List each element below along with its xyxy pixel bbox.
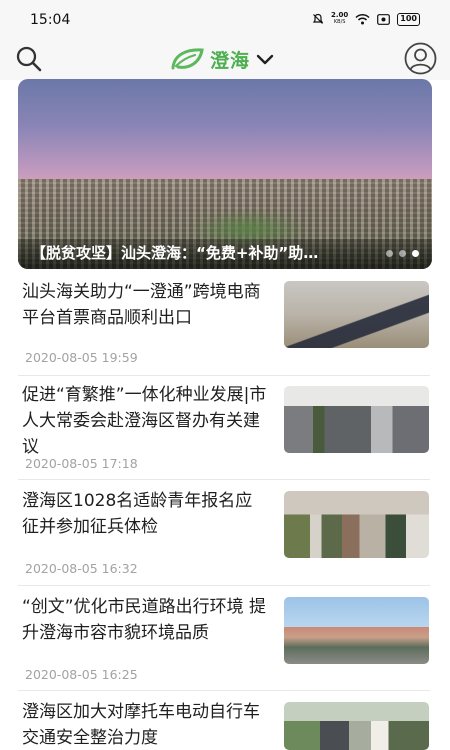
record-icon: [377, 13, 391, 25]
news-thumbnail: [284, 281, 429, 348]
divider: [18, 690, 430, 691]
city-name: 澄海: [210, 49, 251, 72]
banner-title: 【脱贫攻坚】汕头澄海：“免费+补助”助…: [31, 244, 319, 262]
news-title: 促进“育繁推”一体化种业发展|市人大常委会赴澄海区督办有关建议: [22, 385, 267, 457]
carousel-dot-active[interactable]: [412, 250, 419, 257]
user-profile-button[interactable]: [404, 42, 437, 75]
carousel-dot[interactable]: [386, 250, 393, 257]
news-thumbnail: [284, 491, 429, 558]
news-thumbnail: [284, 597, 429, 664]
silent-bell-icon: [312, 13, 324, 24]
news-item[interactable]: “创文”优化市民道路出行环境 提升澄海市容市貌环境品质 2020-08-05 1…: [18, 594, 430, 690]
divider: [18, 479, 430, 480]
carousel-dot[interactable]: [399, 250, 406, 257]
search-button[interactable]: [14, 44, 44, 74]
status-time: 15:04: [30, 12, 71, 28]
divider: [18, 375, 430, 376]
news-item[interactable]: 澄海区加大对摩托车电动自行车交通安全整治力度: [18, 699, 430, 750]
leaf-logo-icon: [171, 48, 204, 70]
status-icons: 2.00 KB/S 100: [312, 12, 420, 26]
news-date: 2020-08-05 16:32: [25, 561, 138, 576]
user-avatar-icon: [404, 42, 437, 75]
chevron-down-icon: [256, 54, 274, 65]
network-speed-unit: KB/S: [333, 19, 346, 25]
news-title: 澄海区1028名适龄青年报名应征并参加征兵体检: [22, 491, 253, 537]
battery-indicator: 100: [397, 12, 420, 26]
status-bar: 15:04 2.00 KB/S 100: [0, 0, 450, 40]
search-icon: [16, 46, 42, 72]
network-speed-value: 2.00: [331, 11, 349, 19]
news-thumbnail: [284, 386, 429, 453]
banner-carousel[interactable]: 【脱贫攻坚】汕头澄海：“免费+补助”助…: [18, 79, 432, 269]
divider: [18, 585, 430, 586]
news-thumbnail: [284, 702, 429, 750]
news-date: 2020-08-05 19:59: [25, 350, 138, 365]
carousel-dots: [386, 250, 419, 257]
news-item[interactable]: 促进“育繁推”一体化种业发展|市人大常委会赴澄海区督办有关建议 2020-08-…: [18, 382, 430, 478]
app-header: 澄海: [0, 40, 450, 80]
wifi-icon: [355, 13, 370, 25]
news-item[interactable]: 澄海区1028名适龄青年报名应征并参加征兵体检 2020-08-05 16:32: [18, 488, 430, 584]
news-date: 2020-08-05 17:18: [25, 456, 138, 471]
news-date: 2020-08-05 16:25: [25, 667, 138, 682]
news-item[interactable]: 汕头海关助力“一澄通”跨境电商平台首票商品顺利出口 2020-08-05 19:…: [18, 279, 430, 375]
city-selector[interactable]: 澄海: [170, 44, 274, 74]
network-speed: 2.00 KB/S: [331, 12, 348, 26]
news-title: 澄海区加大对摩托车电动自行车交通安全整治力度: [22, 702, 260, 748]
news-title: “创文”优化市民道路出行环境 提升澄海市容市貌环境品质: [22, 597, 267, 643]
news-title: 汕头海关助力“一澄通”跨境电商平台首票商品顺利出口: [22, 282, 261, 328]
